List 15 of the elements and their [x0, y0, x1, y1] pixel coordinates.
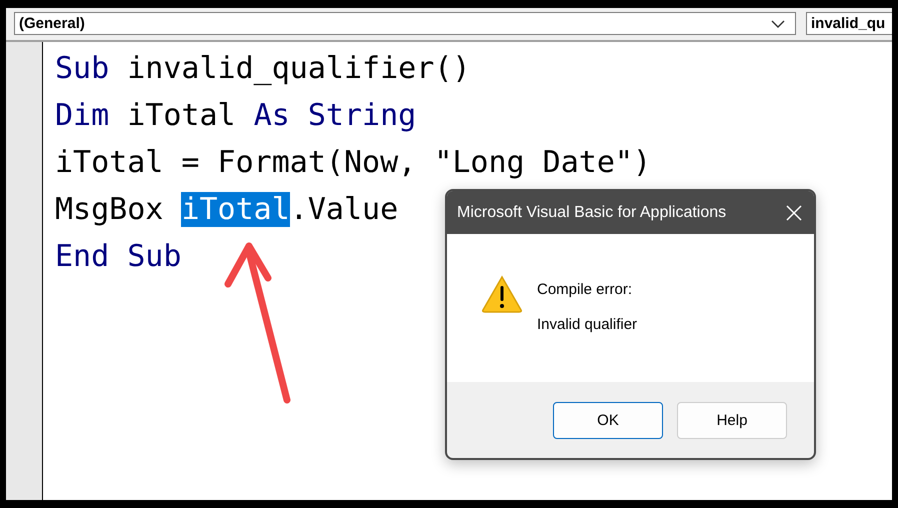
warning-icon — [481, 275, 523, 313]
ok-button[interactable]: OK — [553, 402, 663, 438]
dropdown-caret-icon — [771, 20, 785, 28]
close-icon[interactable] — [786, 204, 802, 220]
procedure-combo[interactable]: invalid_qu — [806, 12, 892, 35]
help-button[interactable]: Help — [677, 402, 787, 438]
error-heading: Compile error: — [537, 281, 634, 298]
dialog-title: Microsoft Visual Basic for Applications — [457, 204, 726, 222]
code-line: MsgBox iTotal.Value — [55, 191, 398, 229]
error-message: Invalid qualifier — [537, 316, 638, 333]
code-line: Sub invalid_qualifier() — [55, 50, 470, 88]
code-line: End Sub — [55, 238, 182, 276]
object-combo[interactable]: (General) — [14, 12, 796, 35]
code-line: iTotal = Format(Now, "Long Date") — [55, 144, 652, 182]
code-line: Dim iTotal As String — [55, 97, 416, 135]
